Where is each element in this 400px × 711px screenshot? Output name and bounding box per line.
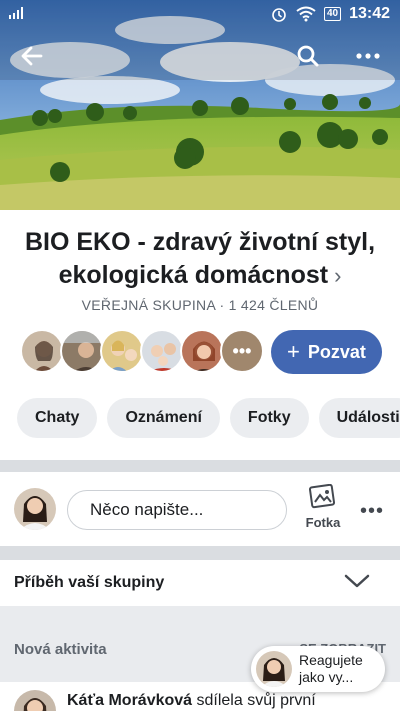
post-action: sdílela svůj první [192,692,316,709]
tab-chaty[interactable]: Chaty [17,398,98,438]
section-divider [0,460,400,472]
avatar [256,651,292,687]
status-bar: 40 13:42 [0,0,400,30]
more-members-avatar[interactable]: ••• [220,329,264,373]
group-story-row[interactable]: Příběh vaší skupiny [0,560,400,606]
top-bar [0,36,400,76]
avatar [14,488,56,530]
activity-label: Nová aktivita [14,641,107,658]
post-author[interactable]: Káťa Morávková [67,692,192,709]
section-divider [0,546,400,560]
avatar [20,329,64,373]
group-title[interactable]: BIO EKO - zdravý životní styl, ekologick… [0,226,400,292]
group-tabs: Chaty Oznámení Fotky Události [17,398,400,438]
more-button[interactable] [348,36,388,76]
wifi-icon [296,6,316,22]
alarm-icon [270,5,288,23]
search-button[interactable] [288,36,328,76]
react-as-button[interactable]: Reagujete jako vy... [251,646,385,692]
clock: 13:42 [349,5,390,22]
post-headline: Káťa Morávková sdílela svůj první [67,692,316,710]
cover-photo: 40 13:42 [0,0,400,210]
more-icon: ••• [232,340,252,361]
chevron-down-icon [344,574,370,588]
avatar [100,329,144,373]
avatar [180,329,224,373]
composer-more-icon[interactable]: ••• [360,500,384,523]
photo-icon [308,483,336,509]
photo-label: Fotka [305,515,341,530]
plus-icon: + [287,339,300,364]
invite-label: Pozvat [307,341,366,362]
avatar [60,329,104,373]
story-label: Příběh vaší skupiny [14,574,165,591]
search-icon [297,45,319,67]
avatar [14,690,56,711]
member-avatars[interactable]: ••• [20,329,264,375]
post-composer: Něco napište... Fotka ••• [0,472,400,546]
avatar [140,329,184,373]
more-horizontal-icon [356,53,380,59]
group-title-text: BIO EKO - zdravý životní styl, ekologick… [24,228,376,289]
tab-fotky[interactable]: Fotky [229,398,309,438]
post-input[interactable]: Něco napište... [67,490,287,530]
chevron-right-icon: › [334,263,342,288]
react-as-label: Reagujete jako vy... [299,652,363,685]
tab-oznameni[interactable]: Oznámení [107,398,220,438]
landscape-image [0,0,400,210]
group-header: BIO EKO - zdravý životní styl, ekologick… [0,226,400,313]
photo-button[interactable]: Fotka [301,483,345,530]
tab-udalosti[interactable]: Události [318,398,400,438]
back-button[interactable] [12,36,52,76]
signal-icon [8,6,30,20]
invite-button[interactable]: + Pozvat [271,330,382,374]
battery-icon: 40 [323,7,342,21]
arrow-left-icon [21,46,43,66]
group-meta: VEŘEJNÁ SKUPINA · 1 424 ČLENŮ [81,297,319,313]
